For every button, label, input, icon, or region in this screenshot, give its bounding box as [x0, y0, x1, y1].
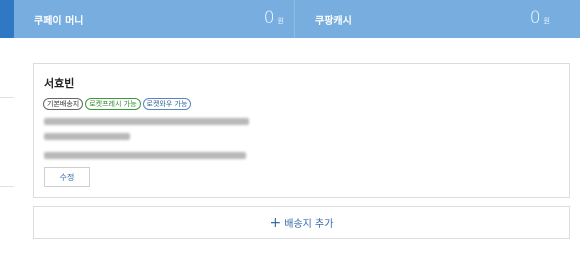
add-address-button[interactable]: + 배송지 추가: [33, 206, 570, 239]
sidebar-header-strip: [0, 0, 14, 38]
coupay-money-label: 쿠페이 머니: [34, 16, 84, 27]
rocket-fresh-badge: 로켓프레시 가능: [85, 98, 141, 110]
add-address-label: 배송지 추가: [284, 219, 334, 230]
redacted-phone-line: [44, 133, 130, 140]
edit-address-button[interactable]: 수정: [44, 167, 90, 187]
sidebar-divider: [0, 186, 14, 187]
address-card: 서효빈 기본배송지 로켓프레시 가능 로켓와우 가능 수정: [33, 63, 570, 198]
wallet-summary-bar: 쿠페이 머니 0 원 쿠팡캐시 0 원: [14, 0, 580, 38]
coupang-cash-amount: 0 원: [530, 8, 550, 28]
coupay-money-value: 0: [263, 8, 275, 28]
coupang-cash-value: 0: [529, 8, 541, 28]
coupang-cash-unit: 원: [543, 17, 550, 25]
plus-icon: +: [269, 214, 282, 231]
coupang-cash-cell[interactable]: 쿠팡캐시 0 원: [294, 0, 580, 38]
recipient-name: 서효빈: [44, 77, 75, 90]
left-sidebar-edge: [0, 0, 14, 261]
coupay-money-cell[interactable]: 쿠페이 머니 0 원: [14, 0, 294, 38]
address-badges: 기본배송지 로켓프레시 가능 로켓와우 가능: [43, 98, 192, 110]
coupay-money-amount: 0 원: [264, 8, 284, 28]
coupang-cash-label: 쿠팡캐시: [315, 16, 352, 27]
redacted-request-line: [44, 152, 246, 159]
coupay-money-unit: 원: [277, 17, 284, 25]
redacted-address-line: [44, 118, 249, 125]
rocket-wow-badge: 로켓와우 가능: [142, 98, 192, 110]
sidebar-divider: [0, 97, 14, 98]
default-address-badge: 기본배송지: [43, 98, 84, 110]
